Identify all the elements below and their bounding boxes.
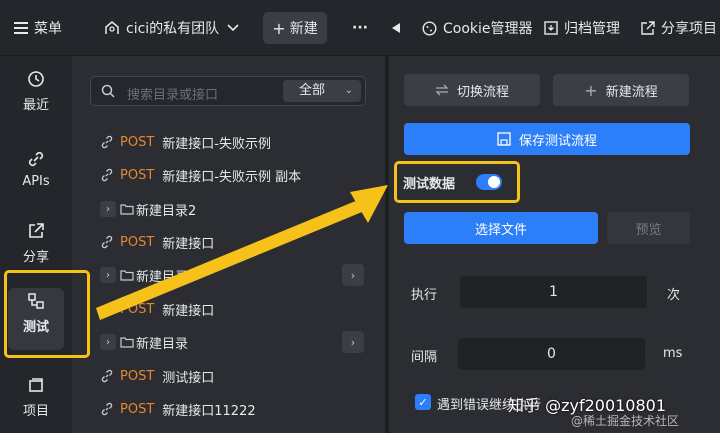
juejin-watermark: @稀土掘金技术社区 bbox=[571, 414, 680, 428]
app-window: 菜单 cici的私有团队 + 新建 ··· Cookie管理器 归档管理 分享项… bbox=[0, 0, 720, 433]
annotation-arrow-icon bbox=[96, 185, 388, 320]
